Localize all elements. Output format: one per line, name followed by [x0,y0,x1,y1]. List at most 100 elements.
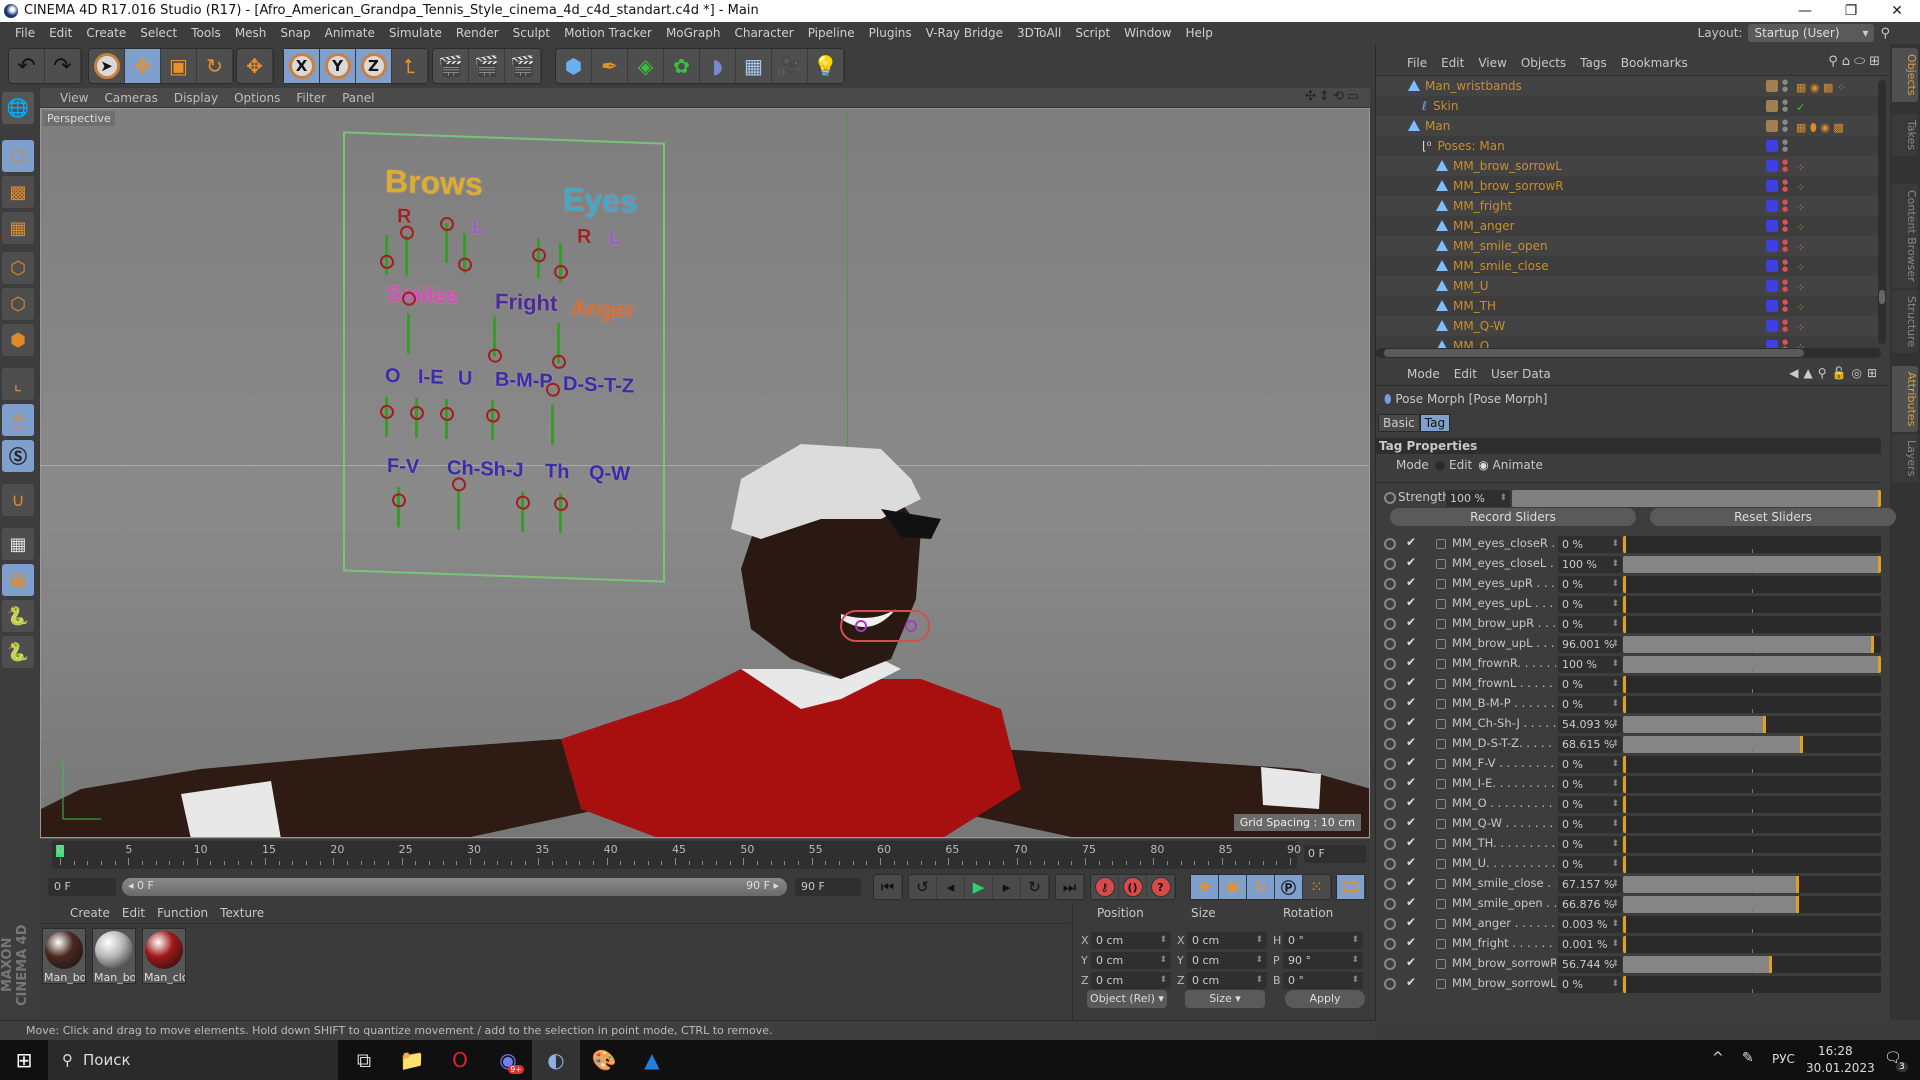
pose-expand-icon[interactable] [1436,879,1446,889]
visibility-dots[interactable]: ●● [1782,159,1788,173]
morph-value-field[interactable]: 0 % [1558,856,1622,873]
morph-slider[interactable] [1623,596,1881,613]
clock-date[interactable]: 30.01.2023 [1806,1061,1875,1075]
strength-slider[interactable] [1512,490,1881,507]
enable-checkbox[interactable]: ✔ [1406,895,1416,909]
board-slider-knob[interactable] [379,254,394,270]
side-tab-content-browser[interactable]: Content Browser [1892,184,1918,288]
attribute-nav-icons[interactable]: ◀▲⚲🔓◎⊞ [1789,366,1882,380]
pose-expand-icon[interactable] [1436,899,1446,909]
size-mode-dropdown[interactable]: Size ▾ [1185,990,1265,1008]
menu-character[interactable]: Character [727,22,800,44]
photos-button[interactable]: ▲ [628,1040,676,1080]
morph-slider[interactable] [1623,716,1881,733]
animate-radio[interactable] [1384,898,1396,910]
object-tags[interactable]: ⁘ [1796,258,1805,278]
material-menu-texture[interactable]: Texture [214,906,270,920]
enable-checkbox[interactable]: ✔ [1406,555,1416,569]
object-row[interactable]: Man ● ● ▦ ⬮ ◉ ▩ [1376,116,1881,136]
language-indicator[interactable]: РУС [1772,1052,1795,1066]
visibility-dots[interactable]: ●● [1782,239,1788,253]
animate-radio[interactable] [1384,938,1396,950]
morph-slider[interactable] [1623,816,1881,833]
object-menu-view[interactable]: View [1471,56,1513,70]
keyframe-selection-button[interactable]: ? [1147,875,1175,899]
viewport-menu-cameras[interactable]: Cameras [96,91,165,105]
layer-color-swatch[interactable] [1766,260,1778,272]
side-tab-objects[interactable]: Objects [1892,48,1918,102]
pose-expand-icon[interactable] [1436,799,1446,809]
previous-frame-button[interactable]: ◂ [937,875,965,899]
previous-key-button[interactable]: ↺ [909,875,937,899]
morph-slider[interactable] [1623,876,1881,893]
enable-checkbox[interactable]: ✔ [1406,795,1416,809]
morph-slider-handle[interactable] [1623,576,1626,593]
side-tab-takes[interactable]: Takes [1892,114,1918,157]
apply-button[interactable]: Apply [1285,990,1365,1008]
menu-pipeline[interactable]: Pipeline [801,22,862,44]
object-row[interactable]: MM_U ● ● ⁘ [1376,276,1881,296]
morph-slider-handle[interactable] [1623,776,1626,793]
rotation-h-field[interactable]: 0 ° [1283,932,1363,949]
cube-button[interactable]: ⬢ [556,49,592,83]
morph-slider[interactable] [1623,856,1881,873]
snap-button[interactable]: ∪ [2,484,34,516]
morph-slider-handle[interactable] [1800,736,1804,753]
next-key-button[interactable]: ↻ [1021,875,1049,899]
object-menu-bookmarks[interactable]: Bookmarks [1614,56,1695,70]
morph-value-field[interactable]: 67.157 % [1558,876,1622,893]
pose-expand-icon[interactable] [1436,579,1446,589]
layer-color-swatch[interactable] [1766,280,1778,292]
board-slider-knob[interactable] [457,257,472,272]
animate-radio[interactable] [1384,838,1396,850]
morph-slider[interactable] [1623,616,1881,633]
morph-slider[interactable] [1623,916,1881,933]
side-tab-layers[interactable]: Layers [1892,434,1918,483]
animate-radio[interactable] [1384,618,1396,630]
workplane-align-button[interactable]: ▦ [2,564,34,596]
texture-mode-button[interactable]: ▩ [2,176,34,208]
light-button[interactable]: 💡 [808,49,844,83]
tab-basic[interactable]: Basic [1378,414,1420,432]
camera-button[interactable]: 🎥 [772,49,808,83]
close-button[interactable]: ✕ [1874,0,1920,22]
board-slider-knob[interactable] [401,291,416,306]
discord-button[interactable]: ◉ 9+ [484,1040,532,1080]
morph-value-field[interactable]: 0 % [1558,596,1622,613]
undo-button[interactable]: ↶ [9,49,45,83]
floor-button[interactable]: ▦ [736,49,772,83]
tab-tag[interactable]: Tag [1419,414,1451,432]
object-horizontal-scrollbar[interactable] [1376,348,1881,358]
enable-checkbox[interactable]: ✔ [1406,535,1416,549]
morph-value-field[interactable]: 0 % [1558,676,1622,693]
go-to-end-button[interactable]: ⏭ [1056,875,1084,899]
morph-value-field[interactable]: 0 % [1558,796,1622,813]
live-selection-button[interactable]: ➤ [89,49,125,83]
object-tags[interactable]: ⁘ [1796,298,1805,318]
object-tags[interactable]: ⁘ [1796,158,1805,178]
morph-value-field[interactable]: 0 % [1558,756,1622,773]
size-y-field[interactable]: 0 cm [1187,952,1267,969]
record-active-objects-button[interactable]: ⚷ [1091,875,1119,899]
pose-expand-icon[interactable] [1436,539,1446,549]
scrollbar-thumb[interactable] [1384,349,1804,357]
y-axis-button[interactable]: Y [320,49,356,83]
board-slider-knob[interactable] [551,354,566,370]
pose-expand-icon[interactable] [1436,599,1446,609]
size-z-field[interactable]: 0 cm [1187,972,1267,989]
morph-slider-handle[interactable] [1870,636,1874,653]
object-row[interactable]: MM_brow_sorrowL ● ● ⁘ [1376,156,1881,176]
animate-radio[interactable] [1384,958,1396,970]
object-tags[interactable]: ▦ ⬮ ◉ ▩ [1796,118,1844,138]
array-button[interactable]: ✿ [664,49,700,83]
menu-render[interactable]: Render [449,22,506,44]
morph-slider-handle[interactable] [1878,656,1881,673]
attribute-menu-mode[interactable]: Mode [1400,367,1447,381]
opera-button[interactable]: O [436,1040,484,1080]
enable-checkbox[interactable]: ✔ [1406,755,1416,769]
animate-radio[interactable] [1384,578,1396,590]
object-tags[interactable]: ▦ ◉ ▩ ⁘ [1796,78,1846,98]
edges-mode-button[interactable]: ⬡ [2,288,34,320]
material-thumbnail[interactable]: Man_bo [92,928,136,984]
menu-window[interactable]: Window [1117,22,1178,44]
